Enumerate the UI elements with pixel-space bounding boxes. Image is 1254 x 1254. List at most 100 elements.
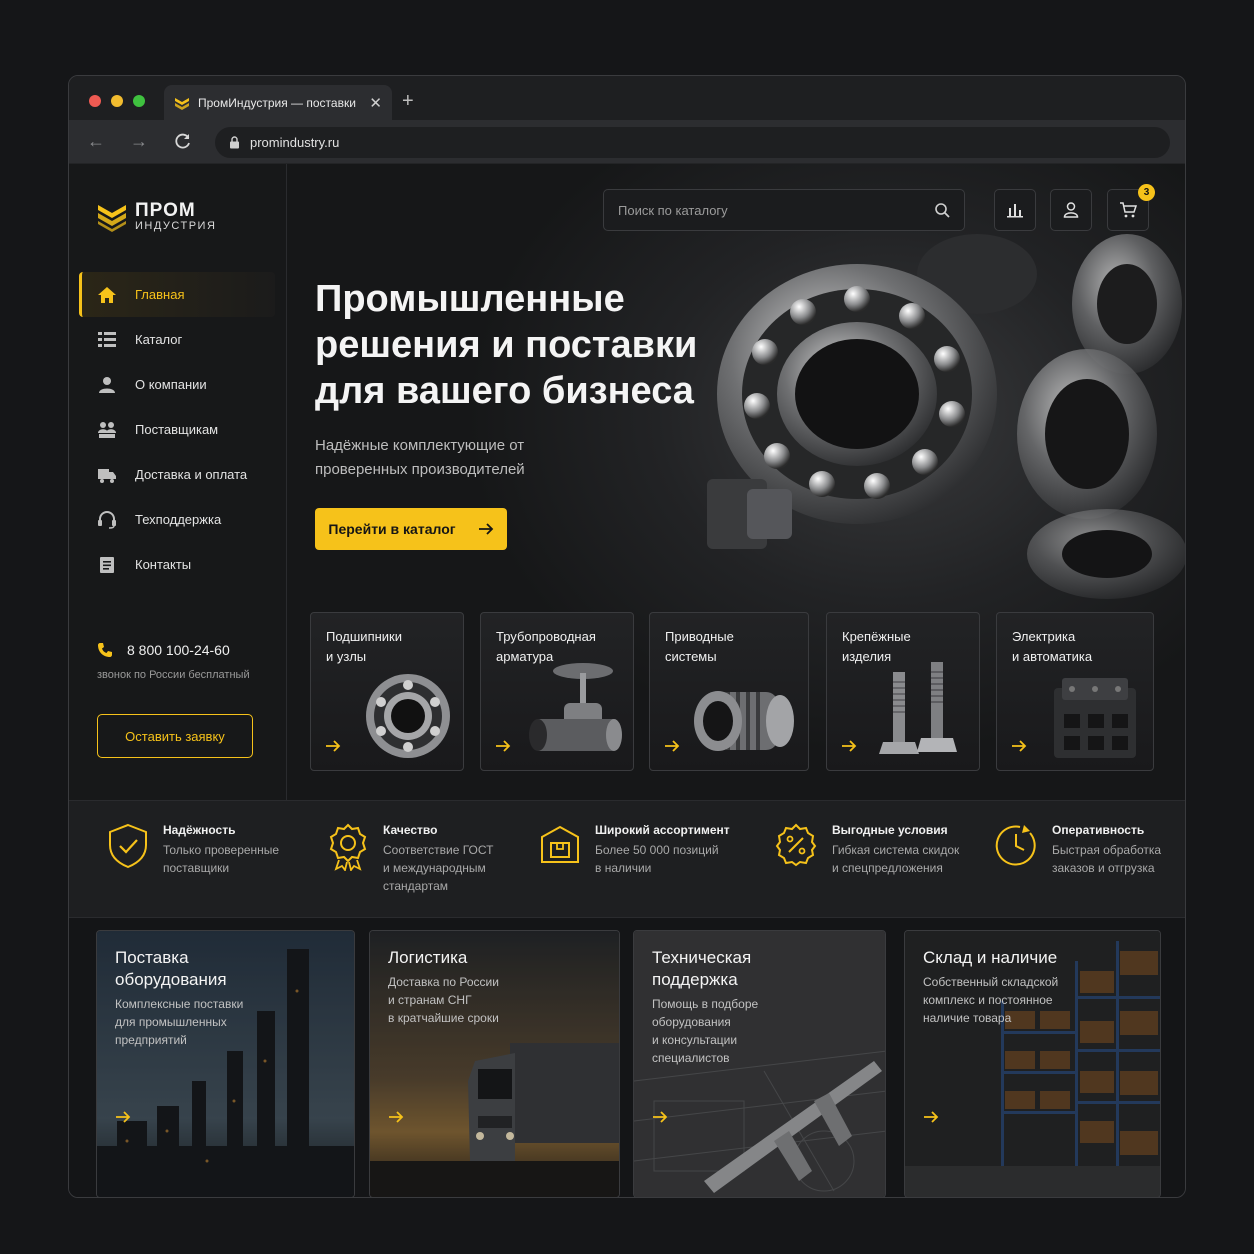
url-text: promindustry.ru xyxy=(250,135,340,150)
hero-title: Промышленные решения и поставки для ваше… xyxy=(315,278,698,412)
feature-assortment: Широкий ассортимент Более 50 000 позиций … xyxy=(539,823,730,877)
search-icon[interactable] xyxy=(934,202,950,218)
arrow-right-icon xyxy=(478,523,493,535)
contactor-image xyxy=(1054,678,1136,758)
sidebar-item-label: Поставщикам xyxy=(135,422,219,437)
service-title: Логистика xyxy=(388,948,468,967)
feature-desc: Соответствие ГОСТ и международным станда… xyxy=(383,843,494,893)
bearing-hero-image xyxy=(707,234,1185,599)
sidebar-item-catalog[interactable]: Каталог xyxy=(79,317,275,362)
service-card-support[interactable]: Техническая поддержка Помощь в подборе о… xyxy=(633,930,886,1197)
arrow-right-icon xyxy=(389,1111,404,1123)
warehouse-image xyxy=(905,931,1160,1197)
tab-bar: ПромИндустрия — поставки ✕ + xyxy=(69,76,1185,121)
drive-coupling-image xyxy=(694,691,794,751)
forward-icon[interactable]: → xyxy=(130,131,148,152)
category-card-valves[interactable]: Трубопроводная арматура xyxy=(480,612,634,771)
home-icon xyxy=(98,286,116,303)
hero-subtitle: Надёжные комплектующие от проверенных пр… xyxy=(315,437,525,478)
service-card-equipment[interactable]: Поставка оборудования Комплексные постав… xyxy=(96,930,355,1197)
feature-quality: Качество Соответствие ГОСТ и международны… xyxy=(327,823,493,895)
valve-image xyxy=(529,663,622,751)
url-field[interactable]: promindustry.ru xyxy=(215,127,1170,158)
sidebar-item-label: Главная xyxy=(135,287,185,302)
arrow-right-icon xyxy=(116,1111,131,1123)
close-window-button[interactable] xyxy=(89,95,101,107)
category-card-fasteners[interactable]: Крепёжные изделия xyxy=(826,612,980,771)
feature-desc: Быстрая обработка заказов и отгрузка xyxy=(1052,843,1162,875)
service-desc: Доставка по России и странам СНГ в кратч… xyxy=(388,975,499,1025)
sidebar-item-delivery[interactable]: Доставка и оплата xyxy=(79,452,275,497)
arrow-right-icon xyxy=(665,740,680,752)
phone-number: 8 800 100-24-60 xyxy=(127,642,230,658)
service-desc: Собственный складской комплекс и постоян… xyxy=(923,975,1059,1025)
maximize-window-button[interactable] xyxy=(133,95,145,107)
discount-icon xyxy=(775,823,817,867)
sidebar-item-label: О компании xyxy=(135,377,207,392)
compare-icon xyxy=(1007,204,1023,218)
service-title: Техническая поддержка xyxy=(652,948,752,989)
browser-tab[interactable]: ПромИндустрия — поставки ✕ xyxy=(164,85,392,121)
feature-desc: Только проверенные поставщики xyxy=(163,843,280,875)
document-icon xyxy=(100,556,114,573)
sidebar-item-about[interactable]: О компании xyxy=(79,362,275,407)
go-to-catalog-button[interactable]: Перейти в каталог xyxy=(315,508,507,550)
cart-icon xyxy=(1120,202,1137,218)
phone-block[interactable]: 8 800 100-24-60 xyxy=(97,642,230,658)
close-tab-icon[interactable]: ✕ xyxy=(369,94,382,112)
shield-check-icon xyxy=(109,823,147,869)
feature-reliability: Надёжность Только проверенные поставщики xyxy=(107,823,279,877)
brand-logo[interactable]: ПРОМ ИНДУСТРИЯ xyxy=(97,200,217,232)
category-label: Подшипники и узлы xyxy=(326,629,402,664)
service-card-warehouse[interactable]: Склад и наличие Собственный складской ко… xyxy=(904,930,1161,1197)
phone-icon xyxy=(98,643,112,657)
sidebar-item-label: Каталог xyxy=(135,332,183,347)
new-tab-icon[interactable]: + xyxy=(402,90,414,113)
sidebar-menu: Главная Каталог О компании Поставщикам Д… xyxy=(79,272,275,587)
reload-icon[interactable] xyxy=(174,132,192,150)
headset-icon xyxy=(98,510,116,529)
partners-icon xyxy=(98,421,116,438)
sidebar-item-suppliers[interactable]: Поставщикам xyxy=(79,407,275,452)
arrow-right-icon xyxy=(496,740,511,752)
service-title: Поставка оборудования xyxy=(115,948,227,989)
category-card-drives[interactable]: Приводные системы xyxy=(649,612,809,771)
compare-button[interactable] xyxy=(994,189,1036,231)
sidebar-item-home[interactable]: Главная xyxy=(79,272,275,317)
arrow-right-icon xyxy=(924,1111,939,1123)
sidebar-item-support[interactable]: Техподдержка xyxy=(79,497,275,542)
category-card-bearings[interactable]: Подшипники и узлы xyxy=(310,612,464,771)
lock-icon xyxy=(230,136,239,149)
quality-badge-icon xyxy=(329,823,367,871)
cta-label: Перейти в каталог xyxy=(328,521,456,537)
back-icon[interactable]: ← xyxy=(87,131,105,152)
arrow-right-icon xyxy=(653,1111,668,1123)
cart-button[interactable]: 3 xyxy=(1107,184,1155,231)
account-button[interactable] xyxy=(1050,189,1092,231)
feature-desc: Более 50 000 позиций в наличии xyxy=(595,843,719,875)
arrow-right-icon xyxy=(326,740,341,752)
leave-request-button[interactable]: Оставить заявку xyxy=(97,714,253,758)
browser-window: ПромИндустрия — поставки ✕ + ← → promind… xyxy=(68,75,1186,1198)
brand-name-line2: ИНДУСТРИЯ xyxy=(135,220,217,232)
sidebar-item-label: Техподдержка xyxy=(135,512,222,527)
catalog-icon xyxy=(98,331,116,347)
sidebar-item-contacts[interactable]: Контакты xyxy=(79,542,275,587)
warehouse-icon xyxy=(541,825,579,863)
feature-title: Оперативность xyxy=(1052,823,1145,837)
minimize-window-button[interactable] xyxy=(111,95,123,107)
favicon-icon xyxy=(175,98,189,110)
feature-terms: Выгодные условия Гибкая система скидок и … xyxy=(774,823,959,877)
service-desc: Комплексные поставки для промышленных пр… xyxy=(115,997,244,1047)
cart-count-badge: 3 xyxy=(1138,184,1155,201)
category-card-electrics[interactable]: Электрика и автоматика xyxy=(996,612,1154,771)
brand-name-line1: ПРОМ xyxy=(135,200,196,221)
bearing-image xyxy=(366,674,450,758)
truck-icon xyxy=(98,468,116,483)
service-desc: Помощь в подборе оборудования и консульт… xyxy=(652,997,759,1065)
feature-title: Выгодные условия xyxy=(832,823,948,837)
feature-title: Широкий ассортимент xyxy=(595,823,730,837)
search-input[interactable]: Поиск по каталогу xyxy=(603,189,965,231)
logo-icon xyxy=(98,205,126,232)
service-card-logistics[interactable]: Логистика Доставка по России и странам С… xyxy=(369,930,620,1197)
